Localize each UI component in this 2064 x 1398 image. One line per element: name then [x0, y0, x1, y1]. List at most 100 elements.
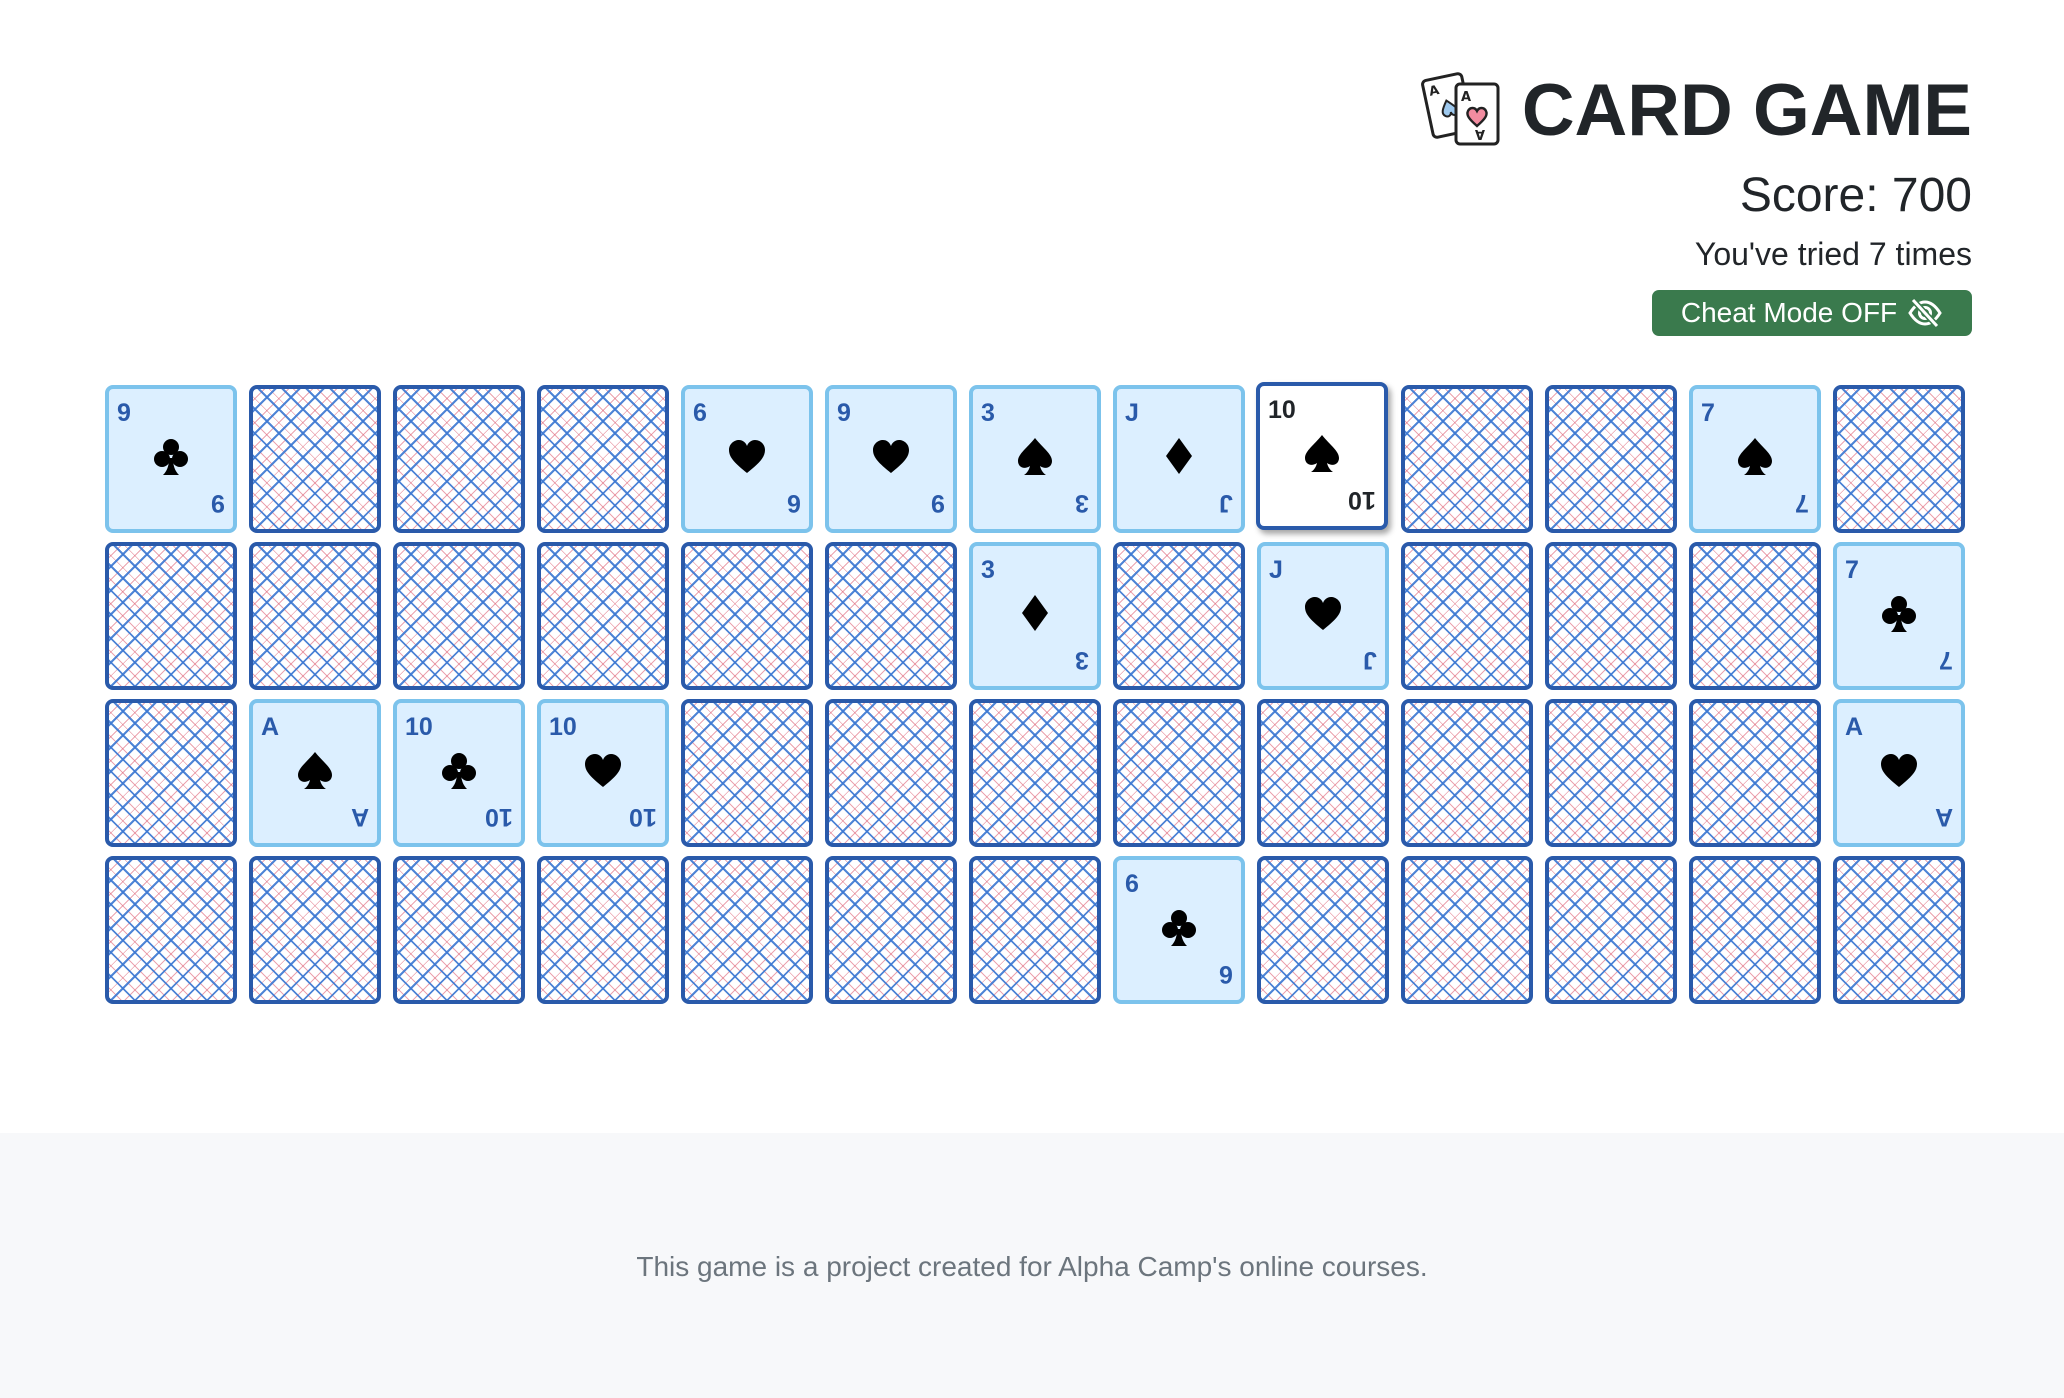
footer-text: This game is a project created for Alpha…	[636, 1251, 1428, 1282]
card-rank: 6	[1125, 870, 1139, 898]
club-icon	[1882, 596, 1916, 632]
card-back[interactable]	[1257, 856, 1389, 1004]
spade-icon	[1305, 435, 1339, 472]
card-back[interactable]	[1401, 385, 1533, 533]
card-back[interactable]	[1401, 856, 1533, 1004]
card-rank: A	[261, 713, 280, 741]
club-icon	[442, 753, 476, 789]
card-back[interactable]	[105, 856, 237, 1004]
card-back[interactable]	[825, 542, 957, 690]
diamond-icon	[1166, 438, 1192, 474]
card-face[interactable]: JJ	[1113, 385, 1245, 533]
card-rank: A	[1845, 713, 1864, 741]
diamond-icon	[1022, 595, 1048, 631]
card-back[interactable]	[249, 385, 381, 533]
spade-icon	[298, 752, 332, 789]
card-face[interactable]: 77	[1689, 385, 1821, 533]
heart-icon	[729, 440, 765, 473]
card-back[interactable]	[681, 699, 813, 847]
card-back[interactable]	[537, 856, 669, 1004]
card-back[interactable]	[1689, 856, 1821, 1004]
card-rank: J	[1125, 399, 1139, 427]
card-back[interactable]	[537, 542, 669, 690]
card-back[interactable]	[1113, 699, 1245, 847]
club-icon	[1162, 910, 1196, 946]
card-back[interactable]	[1545, 699, 1677, 847]
footer: This game is a project created for Alpha…	[0, 1133, 2064, 1398]
card-rank: 6	[693, 399, 707, 427]
card-back[interactable]	[1833, 385, 1965, 533]
title-row: A A A CARD GAME	[1420, 66, 1972, 156]
card-back[interactable]	[1545, 385, 1677, 533]
card-rank-inverted: J	[1363, 646, 1377, 674]
card-face[interactable]: 77	[1833, 542, 1965, 690]
card-face[interactable]: 66	[681, 385, 813, 533]
card-rank: 3	[981, 556, 995, 584]
card-rank: J	[1269, 556, 1283, 584]
card-rank: 7	[1845, 556, 1859, 584]
card-back[interactable]	[249, 856, 381, 1004]
cheat-mode-button[interactable]: Cheat Mode OFF	[1652, 290, 1972, 336]
heart-icon	[1881, 754, 1917, 787]
card-face[interactable]: 10 10	[1256, 382, 1388, 530]
heart-icon	[1305, 597, 1341, 630]
card-back[interactable]	[105, 699, 237, 847]
card-back[interactable]	[1545, 856, 1677, 1004]
card-rank-inverted: 6	[1219, 960, 1233, 988]
card-face[interactable]: AA	[249, 699, 381, 847]
card-back[interactable]	[1545, 542, 1677, 690]
cheat-mode-label: Cheat Mode OFF	[1680, 297, 1898, 328]
card-back[interactable]	[393, 856, 525, 1004]
card-rank: 10	[549, 713, 577, 741]
card-back[interactable]	[393, 385, 525, 533]
card-back[interactable]	[1401, 542, 1533, 690]
card-back[interactable]	[969, 856, 1101, 1004]
card-face[interactable]: 99	[825, 385, 957, 533]
card-back[interactable]	[1689, 542, 1821, 690]
card-face[interactable]: AA	[1833, 699, 1965, 847]
card-rank: 10	[405, 713, 433, 741]
card-back[interactable]	[537, 385, 669, 533]
page-title: CARD GAME	[1521, 70, 1972, 151]
spade-icon	[1018, 438, 1052, 475]
card-back[interactable]	[1689, 699, 1821, 847]
card-face[interactable]: 33	[969, 542, 1101, 690]
card-rank: 10	[1268, 396, 1296, 424]
card-back[interactable]	[825, 856, 957, 1004]
card-rank-inverted: 10	[485, 803, 513, 831]
card-back[interactable]	[1113, 542, 1245, 690]
tries-counter: You've tried 7 times	[1694, 236, 1972, 272]
card-back[interactable]	[1401, 699, 1533, 847]
card-back[interactable]	[393, 542, 525, 690]
card-back[interactable]	[969, 699, 1101, 847]
card-back[interactable]	[1833, 856, 1965, 1004]
score-display: Score: 700	[1739, 169, 1972, 222]
card-rank: 9	[837, 399, 851, 427]
card-back[interactable]	[681, 542, 813, 690]
card-back[interactable]	[681, 856, 813, 1004]
spade-icon	[1738, 438, 1772, 475]
card-face[interactable]: 99	[105, 385, 237, 533]
card-rank: 3	[981, 399, 995, 427]
card-rank: 9	[117, 399, 131, 427]
card-face[interactable]: JJ	[1257, 542, 1389, 690]
card-back[interactable]	[105, 542, 237, 690]
card-back[interactable]	[825, 699, 957, 847]
card-rank-inverted: 3	[1075, 646, 1089, 674]
card-back[interactable]	[249, 542, 381, 690]
card-face[interactable]: 10 10	[537, 699, 669, 847]
card-rank-inverted: 9	[211, 489, 225, 517]
card-back[interactable]	[1257, 699, 1389, 847]
card-face[interactable]: 33	[969, 385, 1101, 533]
card-rank-inverted: 3	[1075, 489, 1089, 517]
card-rank-inverted: 10	[629, 803, 657, 831]
card-rank-inverted: 9	[931, 489, 945, 517]
card-board: 9 9 6 6 9 9 3 3 J J 10 10 7 7 3 3 J J 7 7 A A 10 10 10 10 A A 6 6	[105, 382, 1969, 1004]
card-face[interactable]: 10 10	[393, 699, 525, 847]
card-rank-inverted: A	[1934, 803, 1953, 831]
card-face[interactable]: 66	[1113, 856, 1245, 1004]
card-rank: 7	[1701, 399, 1715, 427]
heart-icon	[585, 754, 621, 787]
card-rank-inverted: J	[1219, 489, 1233, 517]
game-header: A A A CARD GAME Score: 700 You've tried …	[1420, 66, 1972, 336]
